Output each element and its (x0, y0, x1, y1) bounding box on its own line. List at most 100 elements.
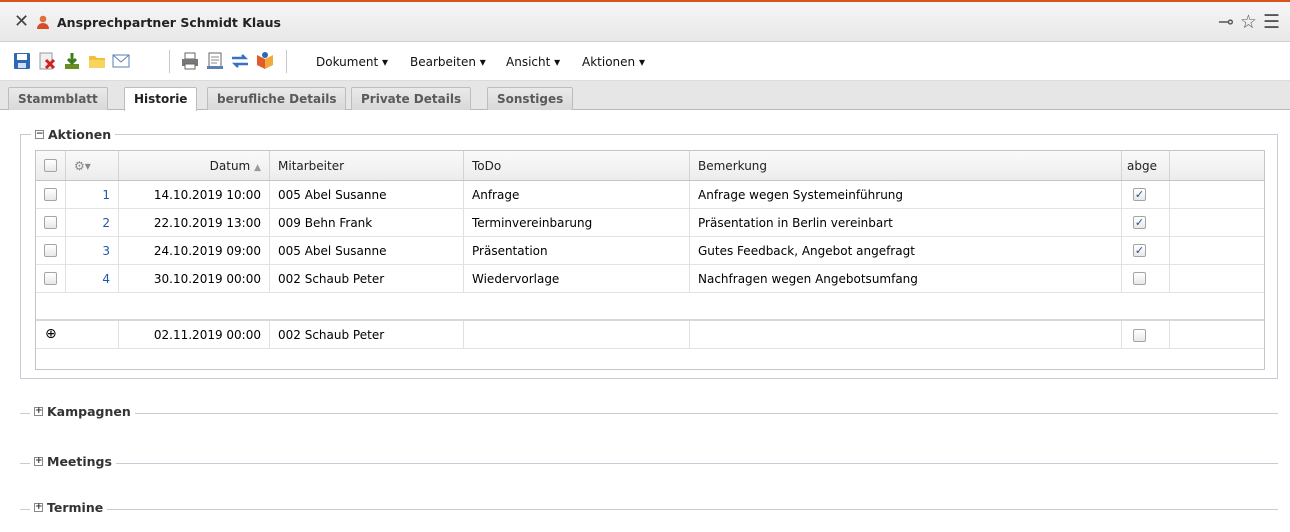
column-settings-gear-icon[interactable]: ⚙▾ (66, 151, 119, 180)
done-checkbox[interactable]: ✓ (1133, 244, 1146, 257)
termine-section: + Termine (20, 500, 1278, 515)
aktionen-title: Aktionen (48, 127, 112, 142)
row-checkbox[interactable] (44, 216, 57, 229)
tab-stammblatt[interactable]: Stammblatt (8, 87, 108, 110)
pin-icon[interactable]: ⊸ (1218, 11, 1234, 33)
new-row-employee[interactable]: 002 Schaub Peter (270, 321, 464, 348)
row-date: 22.10.2019 13:00 (119, 209, 270, 236)
toolbar-separator (286, 50, 287, 73)
print-icon[interactable] (180, 51, 200, 71)
menu-icon[interactable]: ☰ (1263, 11, 1280, 33)
column-header-abgeschlossen[interactable]: abge (1122, 151, 1170, 180)
tab-bar: Stammblatt Historie berufliche Details P… (0, 81, 1290, 111)
row-employee: 002 Schaub Peter (270, 265, 464, 292)
window-titlebar: ✕ Ansprechpartner Schmidt Klaus ⊸ ☆ ☰ (0, 0, 1290, 42)
table-row[interactable]: 1 14.10.2019 10:00 005 Abel Susanne Anfr… (36, 181, 1264, 209)
row-done-cell (1122, 265, 1170, 292)
termine-legend[interactable]: + Termine (30, 500, 108, 515)
tab-sonstiges[interactable]: Sonstiges (487, 87, 574, 110)
transfer-icon[interactable] (230, 51, 250, 71)
folder-icon[interactable] (87, 51, 107, 71)
done-checkbox[interactable] (1133, 329, 1146, 342)
aktionen-grid: ⚙▾ Datum ▲ Mitarbeiter ToDo Bemerkung ab… (35, 150, 1265, 370)
row-number[interactable]: 4 (66, 265, 119, 292)
select-all-checkbox[interactable] (44, 159, 57, 172)
row-select-cell (36, 265, 66, 292)
delete-icon[interactable] (37, 51, 57, 71)
row-number[interactable]: 1 (66, 181, 119, 208)
column-header-todo[interactable]: ToDo (464, 151, 690, 180)
row-todo: Terminvereinbarung (464, 209, 690, 236)
table-row[interactable]: 3 24.10.2019 09:00 005 Abel Susanne Präs… (36, 237, 1264, 265)
window-title: Ansprechpartner Schmidt Klaus (57, 15, 281, 30)
merge-icon[interactable] (255, 51, 275, 71)
row-remark: Präsentation in Berlin vereinbart (690, 209, 1122, 236)
aktionen-legend[interactable]: − Aktionen (31, 127, 116, 142)
row-done-cell: ✓ (1122, 209, 1170, 236)
row-number[interactable]: 2 (66, 209, 119, 236)
done-checkbox[interactable]: ✓ (1133, 216, 1146, 229)
row-done-cell: ✓ (1122, 181, 1170, 208)
row-todo: Wiedervorlage (464, 265, 690, 292)
column-header-datum[interactable]: Datum ▲ (119, 151, 270, 180)
new-row-remark[interactable] (690, 321, 1122, 348)
tab-private-details[interactable]: Private Details (351, 87, 472, 110)
kampagnen-title: Kampagnen (47, 404, 131, 419)
sort-ascending-icon: ▲ (254, 163, 261, 173)
menu-bearbeiten[interactable]: Bearbeiten ▾ (410, 55, 486, 69)
row-number[interactable]: 3 (66, 237, 119, 264)
new-row-todo[interactable] (464, 321, 690, 348)
row-checkbox[interactable] (44, 244, 57, 257)
close-icon[interactable]: ✕ (14, 13, 29, 31)
menu-ansicht[interactable]: Ansicht ▾ (506, 55, 560, 69)
row-checkbox[interactable] (44, 188, 57, 201)
datum-label: Datum (209, 159, 251, 173)
column-header-mitarbeiter[interactable]: Mitarbeiter (270, 151, 464, 180)
row-date: 30.10.2019 00:00 (119, 265, 270, 292)
row-checkbox[interactable] (44, 272, 57, 285)
toolbar-separator (169, 50, 170, 73)
collapse-toggle-icon[interactable]: − (35, 130, 44, 139)
add-row-icon[interactable]: ⊕ (36, 321, 119, 348)
new-entry-row[interactable]: ⊕ 02.11.2019 00:00 002 Schaub Peter (36, 319, 1264, 349)
row-employee: 009 Behn Frank (270, 209, 464, 236)
row-select-cell (36, 209, 66, 236)
contact-person-icon (37, 15, 49, 29)
table-row[interactable]: 4 30.10.2019 00:00 002 Schaub Peter Wied… (36, 265, 1264, 293)
meetings-legend[interactable]: + Meetings (30, 454, 116, 469)
row-select-cell (36, 237, 66, 264)
row-employee: 005 Abel Susanne (270, 181, 464, 208)
column-header-bemerkung[interactable]: Bemerkung (690, 151, 1122, 180)
menu-dokument[interactable]: Dokument ▾ (316, 55, 388, 69)
expand-toggle-icon[interactable]: + (34, 407, 43, 416)
expand-toggle-icon[interactable]: + (34, 457, 43, 466)
row-todo: Präsentation (464, 237, 690, 264)
table-row[interactable]: 2 22.10.2019 13:00 009 Behn Frank Termin… (36, 209, 1264, 237)
save-icon[interactable] (12, 51, 32, 71)
download-icon[interactable] (62, 51, 82, 71)
row-select-cell (36, 181, 66, 208)
done-checkbox[interactable]: ✓ (1133, 188, 1146, 201)
meetings-section: + Meetings (20, 454, 1278, 469)
tab-berufliche-details[interactable]: berufliche Details (207, 87, 347, 110)
email-icon[interactable] (111, 51, 131, 71)
new-row-date[interactable]: 02.11.2019 00:00 (119, 321, 270, 348)
row-todo: Anfrage (464, 181, 690, 208)
kampagnen-section: + Kampagnen (20, 404, 1278, 419)
grid-header: ⚙▾ Datum ▲ Mitarbeiter ToDo Bemerkung ab… (36, 151, 1264, 181)
kampagnen-legend[interactable]: + Kampagnen (30, 404, 135, 419)
expand-toggle-icon[interactable]: + (34, 503, 43, 512)
row-date: 14.10.2019 10:00 (119, 181, 270, 208)
row-done-cell: ✓ (1122, 237, 1170, 264)
header-select-cell (36, 151, 66, 180)
row-date: 24.10.2019 09:00 (119, 237, 270, 264)
tab-historie[interactable]: Historie (124, 87, 198, 111)
star-icon[interactable]: ☆ (1240, 11, 1257, 33)
toolbar: Dokument ▾ Bearbeiten ▾ Ansicht ▾ Aktion… (0, 42, 1290, 81)
aktionen-fieldset: − Aktionen ⚙▾ Datum ▲ Mitarbeiter ToDo B… (20, 127, 1278, 379)
meetings-title: Meetings (47, 454, 112, 469)
scan-icon[interactable] (205, 51, 225, 71)
termine-title: Termine (47, 500, 104, 515)
menu-aktionen[interactable]: Aktionen ▾ (582, 55, 645, 69)
done-checkbox[interactable] (1133, 272, 1146, 285)
